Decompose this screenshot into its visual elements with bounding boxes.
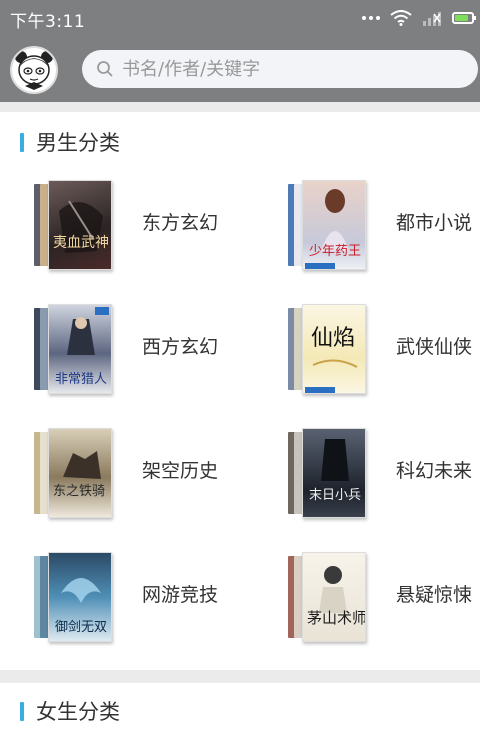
- book-cover: 御剑无双: [48, 552, 112, 642]
- category-xifang-xuanhuan[interactable]: 非常猎人 西方玄幻: [0, 304, 240, 414]
- book-cover: 非常猎人: [48, 304, 112, 394]
- section-title-female: 女生分类: [20, 697, 120, 725]
- book-cover-stack: 东之铁骑: [30, 428, 116, 524]
- battery-icon: [452, 12, 476, 24]
- signal-icon: [423, 12, 441, 26]
- svg-text:东之铁骑: 东之铁骑: [53, 484, 105, 499]
- book-cover: 末日小兵: [302, 428, 366, 518]
- svg-text:非常猎人: 非常猎人: [55, 372, 107, 387]
- book-cover: 夷血武神: [48, 180, 112, 270]
- category-label: 科幻未来: [396, 460, 473, 482]
- book-cover: 仙焰: [302, 304, 366, 394]
- female-category-section: 女生分类: [0, 683, 480, 745]
- category-label: 武侠仙侠: [396, 336, 473, 358]
- category-label: 架空历史: [142, 460, 219, 482]
- status-time: 下午3:11: [10, 12, 86, 32]
- category-label: 西方玄幻: [142, 336, 219, 358]
- status-icons: [362, 9, 476, 27]
- category-xuanyi-jingsong[interactable]: 茅山术师 悬疑惊悚: [254, 552, 480, 662]
- male-category-section: 男生分类 夷血武神 东方玄幻 少年药王 都市小说 非常猎人 西方玄幻 仙焰 武侠…: [0, 112, 480, 670]
- section-title-text: 女生分类: [36, 700, 120, 724]
- search-bar[interactable]: [82, 50, 478, 88]
- svg-text:夷血武神: 夷血武神: [53, 235, 109, 251]
- book-cover: 东之铁骑: [48, 428, 112, 518]
- book-cover-stack: 少年药王: [284, 180, 370, 276]
- category-wangyou-jingji[interactable]: 御剑无双 网游竞技: [0, 552, 240, 662]
- status-bar: 下午3:11: [0, 0, 480, 36]
- more-dots-icon: [362, 16, 380, 20]
- section-title-male: 男生分类: [20, 128, 120, 156]
- svg-text:末日小兵: 末日小兵: [309, 488, 361, 503]
- svg-text:茅山术师: 茅山术师: [307, 609, 366, 627]
- category-dongfang-xuanhuan[interactable]: 夷血武神 东方玄幻: [0, 180, 240, 290]
- book-cover-stack: 夷血武神: [30, 180, 116, 276]
- app-root: 下午3:11 书名/作者/关键字 男生分类 夷血武神 东方玄幻 少年药王 都市小…: [0, 0, 480, 745]
- book-cover-stack: 末日小兵: [284, 428, 370, 524]
- category-wuxia-xianxia[interactable]: 仙焰 武侠仙侠: [254, 304, 480, 414]
- book-cover-stack: 非常猎人: [30, 304, 116, 400]
- book-cover: 茅山术师: [302, 552, 366, 642]
- svg-text:仙焰: 仙焰: [311, 326, 355, 351]
- category-label: 东方玄幻: [142, 212, 219, 234]
- category-label: 网游竞技: [142, 584, 219, 606]
- category-label: 悬疑惊悚: [396, 584, 473, 606]
- top-header: [0, 36, 480, 102]
- category-dushi-xiaoshuo[interactable]: 少年药王 都市小说: [254, 180, 480, 290]
- svg-text:御剑无双: 御剑无双: [55, 619, 107, 635]
- book-cover-stack: 御剑无双: [30, 552, 116, 648]
- search-icon: [97, 61, 113, 77]
- category-kehuan-weilai[interactable]: 末日小兵 科幻未来: [254, 428, 480, 538]
- book-cover-stack: 仙焰: [284, 304, 370, 400]
- wifi-icon: [390, 10, 412, 26]
- book-cover: 少年药王: [302, 180, 366, 270]
- section-title-text: 男生分类: [36, 131, 120, 155]
- panda-avatar-icon[interactable]: [10, 46, 58, 94]
- category-label: 都市小说: [396, 212, 473, 234]
- accent-bar: [20, 701, 24, 721]
- accent-bar: [20, 132, 24, 152]
- search-input[interactable]: [122, 50, 462, 88]
- book-cover-stack: 茅山术师: [284, 552, 370, 648]
- svg-text:少年药王: 少年药王: [309, 244, 361, 259]
- category-jiakong-lishi[interactable]: 东之铁骑 架空历史: [0, 428, 240, 538]
